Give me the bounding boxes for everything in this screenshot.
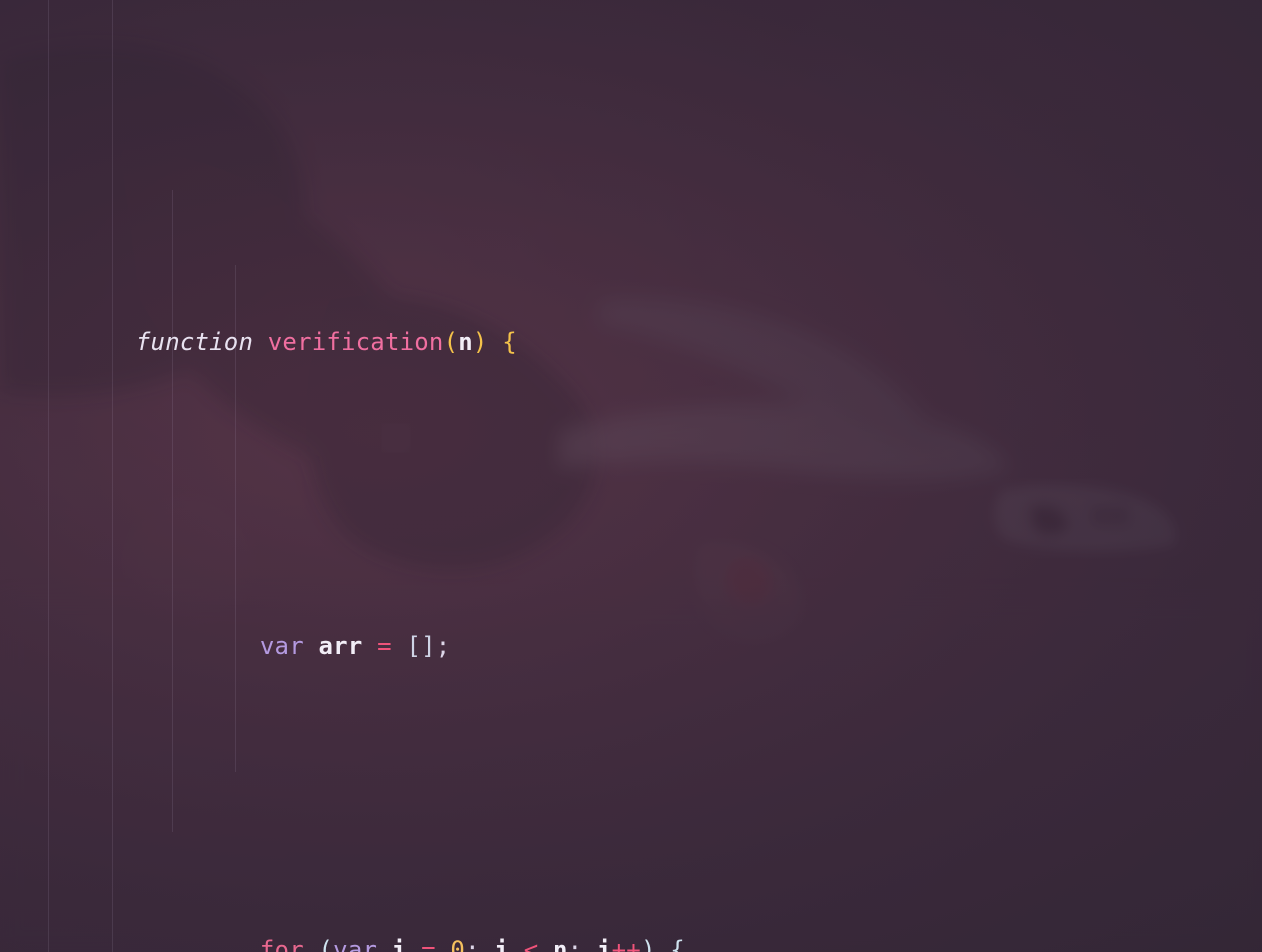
code-line-text-2: var arr = []; <box>259 632 451 660</box>
code-content[interactable]: function verification(n) { var arr = [];… <box>0 0 1262 952</box>
code-line[interactable]: for (var i = 0; i < n; i++) { <box>0 836 1262 952</box>
code-line[interactable]: var arr = []; <box>0 532 1262 660</box>
code-line-text-1: function verification(n) { <box>135 328 517 356</box>
code-line[interactable]: function verification(n) { <box>0 228 1262 356</box>
code-editor-screen: function verification(n) { var arr = [];… <box>0 0 1262 952</box>
code-line-text-3: for (var i = 0; i < n; i++) { <box>259 936 685 952</box>
